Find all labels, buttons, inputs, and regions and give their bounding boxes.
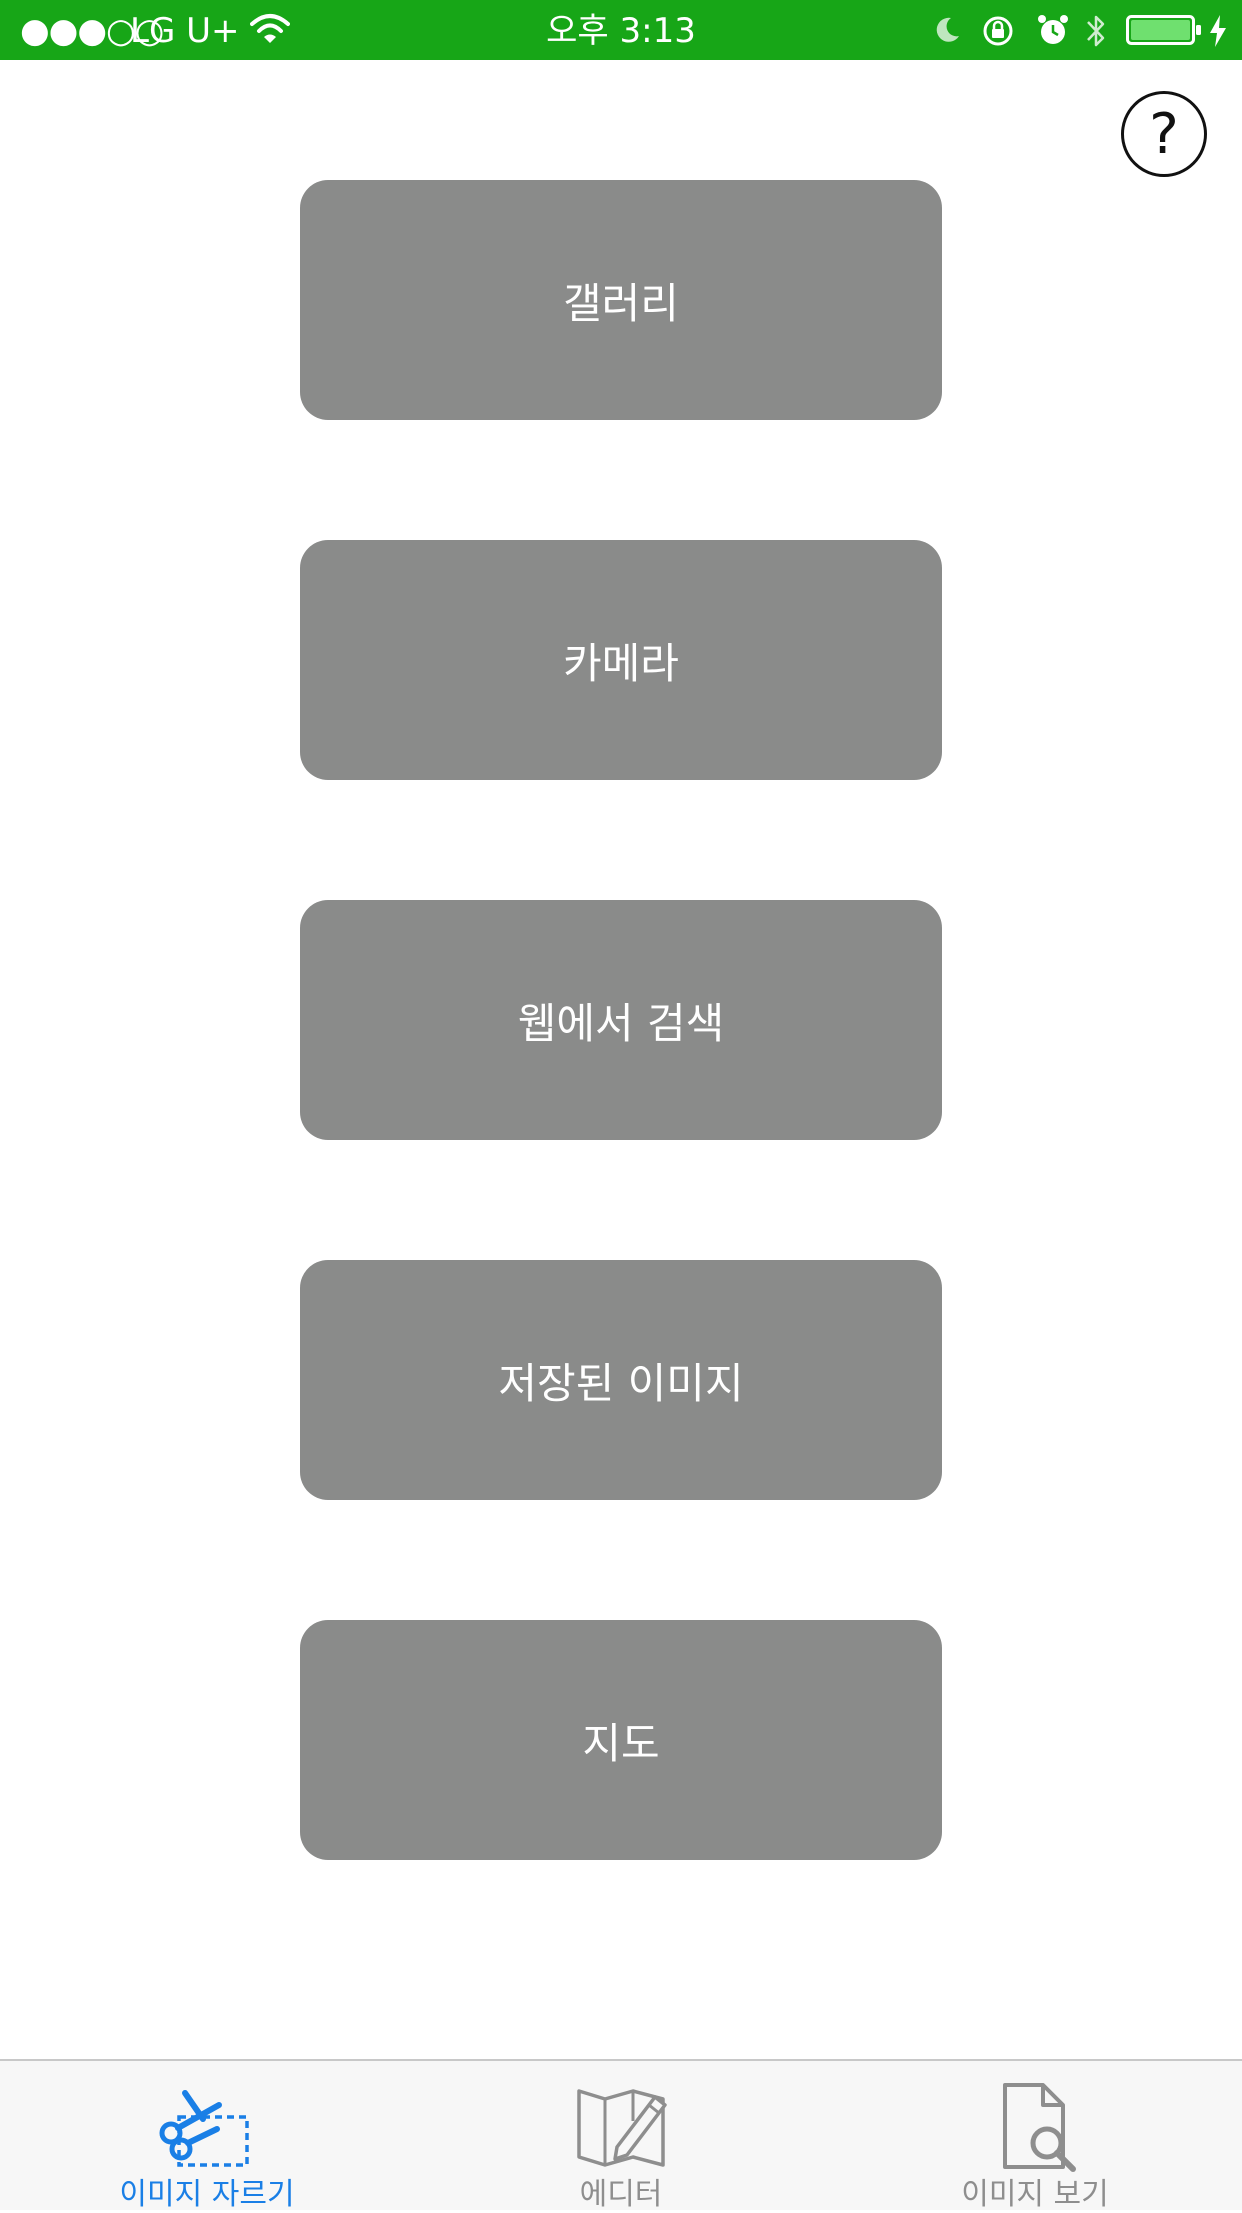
alarm-icon	[1038, 15, 1068, 44]
tab-image-viewer-label: 이미지 보기	[961, 2177, 1109, 2212]
document-search-icon	[1003, 2083, 1076, 2172]
tab-bar: 이미지 자르기 에디터 이미지 보기	[0, 2059, 1242, 2212]
orientation-lock-icon	[983, 16, 1013, 46]
tab-image-crop-label: 이미지 자르기	[119, 2177, 295, 2212]
web-search-button-label: 웹에서 검색	[517, 998, 725, 1048]
saved-images-button-label: 저장된 이미지	[498, 1358, 744, 1408]
map-pencil-icon	[577, 2089, 667, 2167]
camera-button-label: 카메라	[563, 638, 679, 688]
map-button[interactable]: 지도	[300, 1620, 942, 1860]
charging-icon	[1210, 15, 1226, 47]
tab-editor-label: 에디터	[579, 2177, 663, 2212]
question-mark-icon: ?	[1149, 102, 1179, 167]
battery-icon	[1126, 15, 1201, 45]
moon-icon	[936, 17, 959, 42]
web-search-button[interactable]: 웹에서 검색	[300, 900, 942, 1140]
gallery-button[interactable]: 갤러리	[300, 180, 942, 420]
bluetooth-icon	[1087, 15, 1105, 47]
saved-images-button[interactable]: 저장된 이미지	[300, 1260, 942, 1500]
camera-button[interactable]: 카메라	[300, 540, 942, 780]
status-bar: ●●●○○ LG U+ 오후 3:13	[0, 0, 1242, 60]
tab-image-crop[interactable]: 이미지 자르기	[0, 2061, 414, 2212]
scissors-crop-icon	[159, 2090, 249, 2167]
tab-image-viewer[interactable]: 이미지 보기	[828, 2061, 1242, 2212]
gallery-button-label: 갤러리	[563, 278, 679, 328]
help-button[interactable]: ?	[1121, 91, 1207, 177]
map-button-label: 지도	[582, 1718, 660, 1768]
tab-editor[interactable]: 에디터	[414, 2061, 828, 2212]
